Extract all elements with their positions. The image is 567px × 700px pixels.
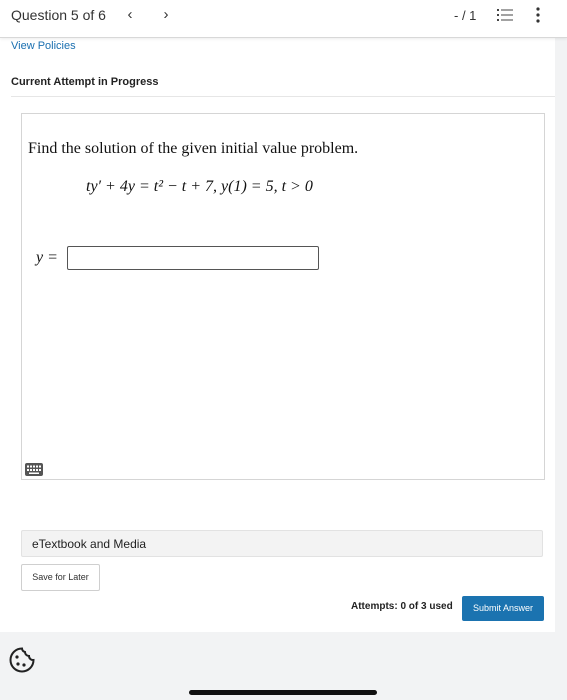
etextbook-media-section[interactable]: eTextbook and Media [21, 530, 543, 557]
divider [11, 96, 555, 97]
top-bar: Question 5 of 6 ‹ › - / 1 [0, 0, 567, 38]
equation: ty′ + 4y = t² − t + 7, y(1) = 5, t > 0 [86, 178, 313, 195]
attempt-status-heading: Current Attempt in Progress [11, 76, 159, 88]
submit-answer-button[interactable]: Submit Answer [462, 596, 544, 621]
view-policies-link[interactable]: View Policies [11, 40, 76, 52]
cookie-settings-icon[interactable] [8, 646, 36, 674]
question-list-icon[interactable] [497, 8, 513, 22]
chevron-right-icon[interactable]: › [157, 5, 175, 25]
attempts-counter: Attempts: 0 of 3 used [351, 601, 453, 612]
score-display: - / 1 [454, 8, 477, 23]
answer-input[interactable] [67, 246, 319, 270]
answer-label: y = [36, 249, 58, 266]
more-vertical-icon[interactable] [535, 7, 541, 23]
question-counter: Question 5 of 6 [11, 7, 106, 23]
question-box: Find the solution of the given initial v… [21, 113, 545, 480]
keyboard-icon[interactable] [25, 463, 43, 476]
chevron-left-icon[interactable]: ‹ [121, 5, 139, 25]
question-panel: View Policies Current Attempt in Progres… [0, 38, 555, 632]
question-prompt: Find the solution of the given initial v… [28, 140, 359, 157]
save-for-later-button[interactable]: Save for Later [21, 564, 100, 591]
home-indicator [189, 690, 377, 695]
